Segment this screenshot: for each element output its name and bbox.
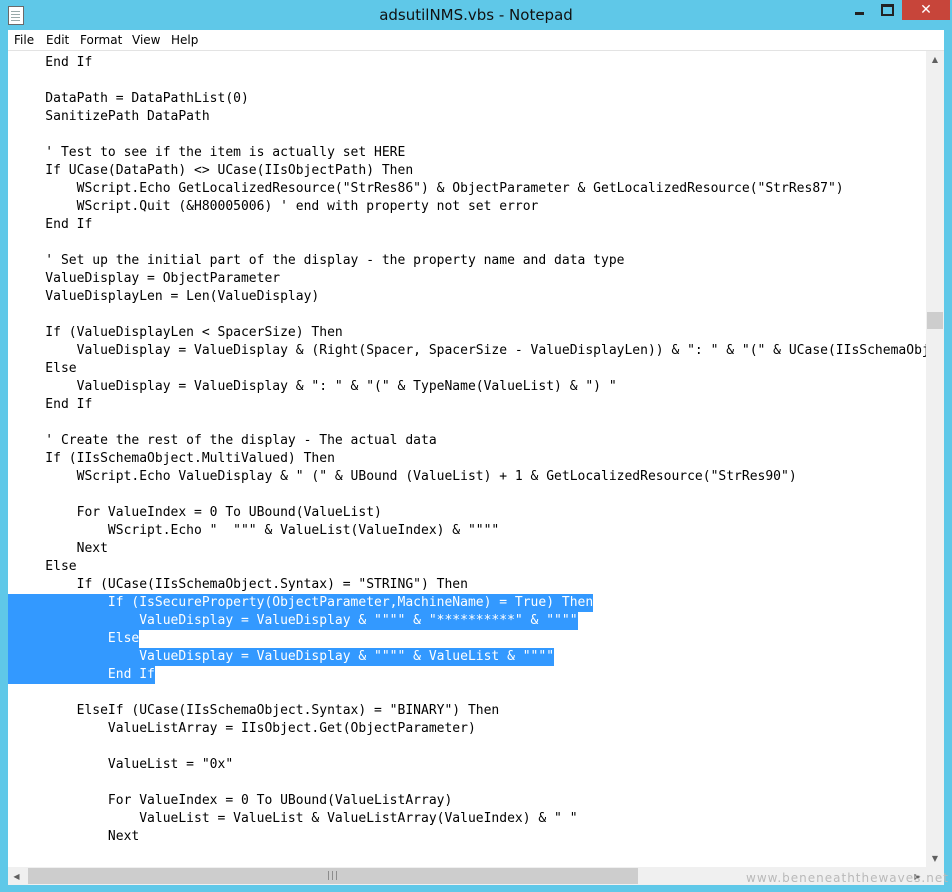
text-editor[interactable]: End If DataPath = DataPathList(0) Saniti… bbox=[8, 50, 948, 885]
code-line[interactable]: ' Set up the initial part of the display… bbox=[14, 252, 624, 270]
menu-help[interactable]: Help bbox=[171, 33, 198, 47]
title-bar: adsutilNMS.vbs - Notepad ✕ bbox=[0, 0, 952, 30]
code-line[interactable]: If (IIsSchemaObject.MultiValued) Then bbox=[14, 450, 335, 468]
code-line[interactable]: ValueListArray = IIsObject.Get(ObjectPar… bbox=[14, 720, 476, 738]
horizontal-scroll-thumb[interactable]: ||| bbox=[28, 868, 638, 884]
code-line[interactable]: Next bbox=[14, 828, 139, 846]
code-area[interactable]: End If DataPath = DataPathList(0) Saniti… bbox=[8, 51, 926, 867]
code-line[interactable]: End If bbox=[14, 216, 92, 234]
code-line[interactable]: End If bbox=[14, 54, 92, 72]
code-line[interactable]: ValueDisplayLen = Len(ValueDisplay) bbox=[14, 288, 319, 306]
scroll-left-icon[interactable]: ◀ bbox=[8, 867, 25, 885]
code-line[interactable]: For ValueIndex = 0 To UBound(ValueListAr… bbox=[14, 792, 452, 810]
code-line[interactable]: WScript.Echo ValueDisplay & " (" & UBoun… bbox=[14, 468, 797, 486]
code-line[interactable]: ValueDisplay = ObjectParameter bbox=[14, 270, 280, 288]
menu-edit[interactable]: Edit bbox=[46, 33, 69, 47]
menu-format[interactable]: Format bbox=[80, 33, 122, 47]
maximize-icon bbox=[880, 4, 894, 16]
close-icon: ✕ bbox=[920, 2, 932, 18]
scroll-grip-icon: ||| bbox=[326, 871, 340, 881]
scroll-down-icon[interactable]: ▼ bbox=[926, 850, 944, 867]
code-line[interactable]: End If bbox=[14, 396, 92, 414]
watermark: www.beneneaththewaves.net bbox=[746, 871, 949, 885]
code-line[interactable]: ElseIf (UCase(IIsSchemaObject.Syntax) = … bbox=[14, 702, 500, 720]
vertical-scrollbar[interactable]: ▲ ▼ bbox=[926, 51, 944, 867]
code-line[interactable]: ValueDisplay = ValueDisplay & ": " & "("… bbox=[14, 378, 617, 396]
code-line[interactable]: ValueList = "0x" bbox=[14, 756, 233, 774]
code-line[interactable]: ValueDisplay = ValueDisplay & (Right(Spa… bbox=[14, 342, 926, 360]
code-line[interactable]: ValueList = ValueList & ValueListArray(V… bbox=[14, 810, 577, 828]
code-line[interactable]: Next bbox=[14, 540, 108, 558]
scroll-up-icon[interactable]: ▲ bbox=[926, 51, 944, 68]
window-title: adsutilNMS.vbs - Notepad bbox=[379, 6, 573, 24]
minimize-icon bbox=[854, 11, 864, 15]
code-line[interactable]: DataPath = DataPathList(0) bbox=[14, 90, 249, 108]
code-line[interactable]: ' Create the rest of the display - The a… bbox=[14, 432, 436, 450]
menu-bar: File Edit Format View Help bbox=[8, 30, 944, 50]
code-line[interactable]: WScript.Echo " """ & ValueList(ValueInde… bbox=[14, 522, 499, 540]
code-line[interactable]: For ValueIndex = 0 To UBound(ValueList) bbox=[14, 504, 382, 522]
code-line[interactable]: Else bbox=[14, 558, 76, 576]
code-line[interactable]: If UCase(DataPath) <> UCase(IIsObjectPat… bbox=[14, 162, 413, 180]
code-line[interactable]: If (UCase(IIsSchemaObject.Syntax) = "STR… bbox=[14, 576, 468, 594]
code-line[interactable]: ValueDisplay = ValueDisplay & """" & Val… bbox=[8, 648, 555, 666]
code-line[interactable]: If (ValueDisplayLen < SpacerSize) Then bbox=[14, 324, 342, 342]
code-line[interactable]: SanitizePath DataPath bbox=[14, 108, 209, 126]
code-line[interactable]: Else bbox=[14, 360, 76, 378]
maximize-button[interactable] bbox=[874, 0, 900, 20]
code-line[interactable]: ValueDisplay = ValueDisplay & """" & "**… bbox=[8, 612, 578, 630]
menu-file[interactable]: File bbox=[14, 33, 34, 47]
code-line[interactable]: WScript.Echo GetLocalizedResource("StrRe… bbox=[14, 180, 844, 198]
minimize-button[interactable] bbox=[846, 0, 872, 20]
menu-view[interactable]: View bbox=[132, 33, 160, 47]
code-line[interactable]: WScript.Quit (&H80005006) ' end with pro… bbox=[14, 198, 539, 216]
code-line[interactable]: Else bbox=[8, 630, 140, 648]
vertical-scroll-thumb[interactable] bbox=[927, 312, 943, 329]
code-line[interactable]: ' Test to see if the item is actually se… bbox=[14, 144, 405, 162]
code-line[interactable]: End If bbox=[8, 666, 155, 684]
code-line[interactable]: If (IsSecureProperty(ObjectParameter,Mac… bbox=[8, 594, 594, 612]
close-button[interactable]: ✕ bbox=[902, 0, 950, 20]
